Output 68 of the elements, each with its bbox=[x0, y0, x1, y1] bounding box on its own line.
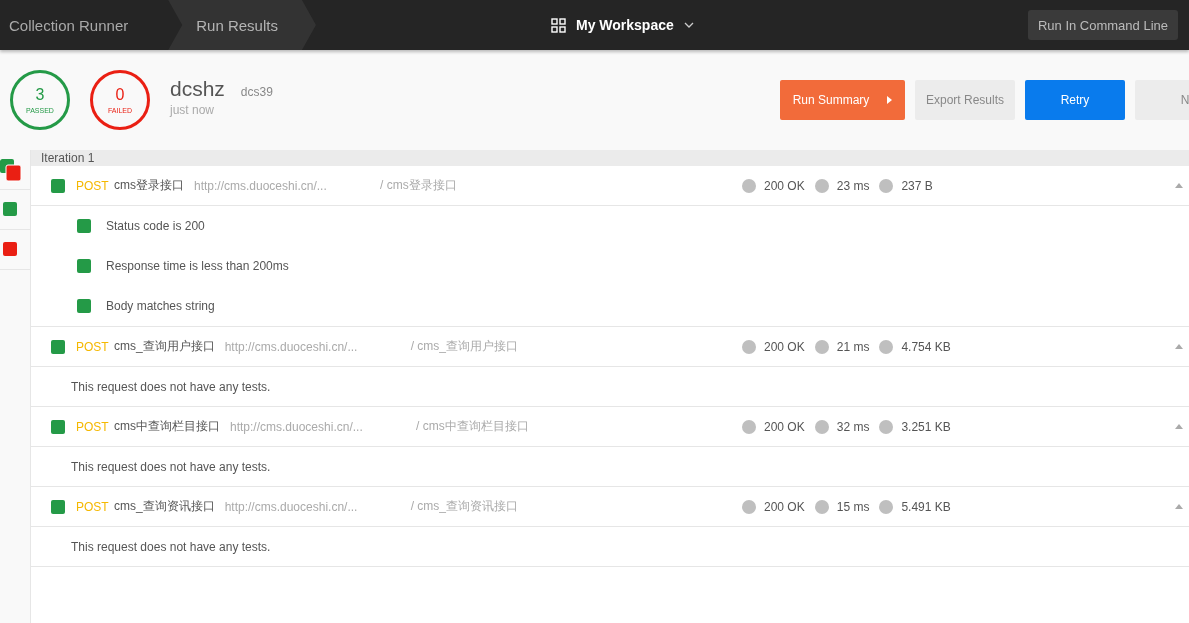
run-time: just now bbox=[170, 103, 216, 117]
status-dot-icon bbox=[879, 419, 894, 434]
breadcrumb-tab[interactable]: Collection Runner bbox=[0, 0, 169, 50]
test-name: Response time is less than 200ms bbox=[106, 259, 289, 273]
iteration-header: Iteration 1 bbox=[31, 150, 1189, 166]
fail-square-icon[interactable] bbox=[3, 242, 17, 256]
http-method: POST bbox=[76, 419, 110, 434]
environment-name: dcs39 bbox=[240, 85, 273, 99]
http-method: POST bbox=[76, 339, 110, 354]
command-line-button[interactable]: Run In Command Line bbox=[1027, 10, 1178, 40]
status-code: 200 OK bbox=[764, 499, 805, 514]
breadcrumb-tab[interactable]: Run Results bbox=[168, 0, 316, 50]
response-time: 21 ms bbox=[836, 339, 870, 354]
request-url: http://cms.duoceshi.cn/... bbox=[194, 178, 328, 193]
caret-up-icon[interactable] bbox=[1175, 344, 1183, 349]
status-dot-icon bbox=[879, 339, 894, 354]
status-code: 200 OK bbox=[764, 419, 805, 434]
request-name: cms登录接口 bbox=[114, 177, 184, 194]
response-size: 3.251 KB bbox=[901, 419, 951, 434]
http-method: POST bbox=[76, 499, 110, 514]
response-time: 23 ms bbox=[836, 178, 870, 193]
status-dot-icon bbox=[814, 178, 829, 193]
no-tests-message: This request does not have any tests. bbox=[71, 459, 271, 474]
action-button[interactable]: Export Results bbox=[915, 80, 1015, 120]
request-path: / cms登录接口 bbox=[380, 177, 457, 194]
caret-up-icon[interactable] bbox=[1175, 183, 1183, 188]
response-size: 237 B bbox=[901, 178, 933, 193]
status-dot-icon bbox=[879, 178, 894, 193]
chevron-down-icon bbox=[683, 22, 694, 28]
no-tests-message: This request does not have any tests. bbox=[71, 379, 271, 394]
caret-up-icon[interactable] bbox=[1175, 504, 1183, 509]
failed-count: 0 bbox=[115, 86, 125, 104]
status-dot-icon bbox=[879, 499, 894, 514]
response-time: 32 ms bbox=[836, 419, 870, 434]
caret-right-icon bbox=[887, 96, 893, 104]
request-path: / cms_查询用户接口 bbox=[410, 338, 518, 355]
response-time: 15 ms bbox=[836, 499, 870, 514]
response-size: 5.491 KB bbox=[901, 499, 951, 514]
status-dot-icon bbox=[814, 339, 829, 354]
request-name: cms_查询资讯接口 bbox=[114, 498, 215, 515]
status-code: 200 OK bbox=[764, 178, 805, 193]
request-url: http://cms.duoceshi.cn/... bbox=[230, 419, 364, 434]
action-button[interactable]: N bbox=[1135, 80, 1189, 120]
workspace-dropdown[interactable]: My Workspace bbox=[545, 0, 700, 50]
request-url: http://cms.duoceshi.cn/... bbox=[224, 499, 359, 514]
status-dot-icon bbox=[742, 419, 756, 434]
request-path: / cms中查询栏目接口 bbox=[416, 418, 529, 435]
caret-up-icon[interactable] bbox=[1175, 424, 1183, 429]
status-dot-icon bbox=[742, 178, 756, 193]
request-name: cms中查询栏目接口 bbox=[114, 418, 220, 435]
request-path: / cms_查询资讯接口 bbox=[410, 498, 518, 515]
passed-count: 3 bbox=[35, 86, 45, 104]
no-tests-message: This request does not have any tests. bbox=[71, 539, 271, 554]
action-button[interactable]: Retry bbox=[1025, 80, 1125, 120]
pass-square-icon[interactable] bbox=[3, 202, 17, 216]
test-name: Body matches string bbox=[106, 299, 215, 313]
request-name: cms_查询用户接口 bbox=[114, 338, 215, 355]
status-dot-icon bbox=[742, 339, 756, 354]
test-name: Status code is 200 bbox=[106, 219, 205, 233]
http-method: POST bbox=[76, 178, 110, 193]
status-dot-icon bbox=[814, 499, 829, 514]
response-size: 4.754 KB bbox=[901, 339, 951, 354]
collection-name: dcshz bbox=[170, 77, 225, 101]
request-url: http://cms.duoceshi.cn/... bbox=[224, 339, 359, 354]
status-dot-icon bbox=[814, 419, 829, 434]
status-dot-icon bbox=[742, 499, 756, 514]
grid-icon bbox=[551, 17, 566, 33]
status-code: 200 OK bbox=[764, 339, 805, 354]
